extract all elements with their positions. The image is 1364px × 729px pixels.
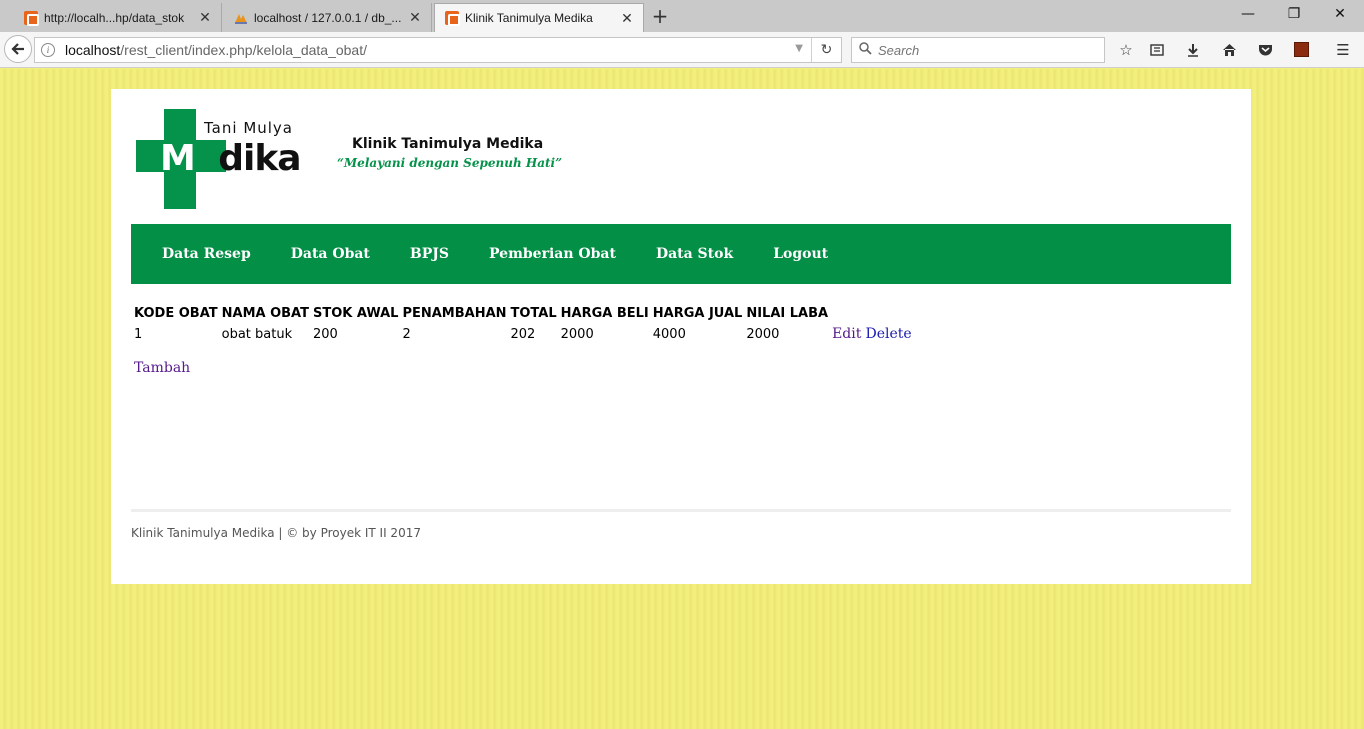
page-container: Tani Mulya Medika Klinik Tanimulya Medik… <box>111 89 1251 584</box>
delete-link[interactable]: Delete <box>866 326 912 342</box>
column-header: KODE OBAT <box>134 305 218 321</box>
menu-item-data-resep[interactable]: Data Resep <box>162 246 251 262</box>
close-window-button[interactable]: ✕ <box>1317 4 1363 26</box>
minimize-button[interactable]: — <box>1225 4 1271 26</box>
new-tab-button[interactable]: + <box>648 5 672 29</box>
menu-item-logout[interactable]: Logout <box>773 246 828 262</box>
tab-title: Klinik Tanimulya Medika <box>465 11 593 25</box>
tab-title: localhost / 127.0.0.1 / db_... <box>254 10 402 25</box>
column-header: NAMA OBAT <box>221 305 309 321</box>
back-button[interactable] <box>4 35 32 63</box>
menu-item-data-stok[interactable]: Data Stok <box>656 246 733 262</box>
phpmyadmin-icon <box>234 11 248 25</box>
footer-divider <box>131 509 1231 512</box>
xampp-icon <box>24 10 39 26</box>
bookmark-star-icon[interactable]: ☆ <box>1115 39 1137 61</box>
search-box[interactable] <box>851 37 1105 63</box>
cell-actions: Edit Delete <box>830 323 914 345</box>
close-tab-icon[interactable]: ✕ <box>407 9 423 26</box>
clinic-name: Klinik Tanimulya Medika <box>352 136 544 152</box>
column-header: HARGA JUAL <box>652 305 743 321</box>
info-icon[interactable]: i <box>41 43 55 57</box>
search-icon <box>859 41 872 59</box>
cell-penambahan: 2 <box>402 326 411 342</box>
main-menu: Data Resep Data Obat BPJS Pemberian Obat… <box>131 224 1231 284</box>
cell-harga-jual: 4000 <box>652 326 686 342</box>
column-header-actions <box>830 303 914 323</box>
cell-nilai-laba: 2000 <box>746 326 780 342</box>
edit-link[interactable]: Edit <box>832 326 861 342</box>
tab-data-stok[interactable]: http://localh...hp/data_stok ✕ <box>14 3 222 32</box>
url-text[interactable]: localhost/rest_client/index.php/kelola_d… <box>65 42 367 58</box>
hamburger-menu-icon[interactable]: ☰ <box>1332 39 1354 61</box>
home-icon[interactable] <box>1218 39 1240 61</box>
obat-table: KODE OBAT NAMA OBAT STOK AWAL PENAMBAHAN… <box>132 303 914 345</box>
reading-list-icon[interactable] <box>1146 39 1168 61</box>
tambah-link[interactable]: Tambah <box>134 360 190 376</box>
logo-top-text: Tani Mulya <box>204 119 293 137</box>
column-header: PENAMBAHAN <box>402 305 507 321</box>
url-bar[interactable]: i localhost/rest_client/index.php/kelola… <box>34 37 842 63</box>
cell-stok-awal: 200 <box>312 326 338 342</box>
cell-kode: 1 <box>134 326 143 342</box>
reload-icon[interactable]: ↻ <box>811 38 841 62</box>
menu-item-bpjs[interactable]: BPJS <box>410 246 449 262</box>
clinic-logo: Tani Mulya Medika <box>136 109 316 209</box>
footer-text: Klinik Tanimulya Medika | © by Proyek IT… <box>131 526 421 540</box>
tab-title: http://localh...hp/data_stok <box>44 10 185 25</box>
column-header: TOTAL <box>510 305 557 321</box>
close-tab-icon[interactable]: ✕ <box>197 9 213 26</box>
menu-item-pemberian-obat[interactable]: Pemberian Obat <box>489 246 616 262</box>
back-arrow-icon <box>11 43 24 55</box>
table-header-row: KODE OBAT NAMA OBAT STOK AWAL PENAMBAHAN… <box>132 303 914 323</box>
cell-harga-beli: 2000 <box>560 326 594 342</box>
download-icon[interactable] <box>1182 39 1204 61</box>
clinic-tagline: “Melayani dengan Sepenuh Hati” <box>337 156 562 170</box>
tab-bar: http://localh...hp/data_stok ✕ localhost… <box>0 0 1364 32</box>
cell-nama: obat batuk <box>221 326 293 342</box>
column-header: STOK AWAL <box>312 305 399 321</box>
close-tab-icon[interactable]: ✕ <box>619 10 635 27</box>
navigation-toolbar: i localhost/rest_client/index.php/kelola… <box>0 32 1364 68</box>
logo-word: Medika <box>160 138 302 179</box>
table-row: 1 obat batuk 200 2 202 2000 4000 2000 Ed… <box>132 323 914 345</box>
column-header: NILAI LABA <box>746 305 829 321</box>
addon-icon[interactable] <box>1290 39 1312 61</box>
menu-item-data-obat[interactable]: Data Obat <box>291 246 370 262</box>
cell-total: 202 <box>510 326 536 342</box>
dropdown-arrow-icon[interactable]: ▼ <box>795 43 803 54</box>
tab-klinik[interactable]: Klinik Tanimulya Medika ✕ <box>434 3 644 32</box>
xampp-icon <box>445 11 460 26</box>
restore-button[interactable]: ❐ <box>1271 4 1317 26</box>
pocket-icon[interactable] <box>1254 39 1276 61</box>
page-viewport: Tani Mulya Medika Klinik Tanimulya Medik… <box>0 69 1364 729</box>
column-header: HARGA BELI <box>560 305 649 321</box>
tab-phpmyadmin[interactable]: localhost / 127.0.0.1 / db_... ✕ <box>224 3 432 32</box>
search-input[interactable] <box>878 42 1098 58</box>
